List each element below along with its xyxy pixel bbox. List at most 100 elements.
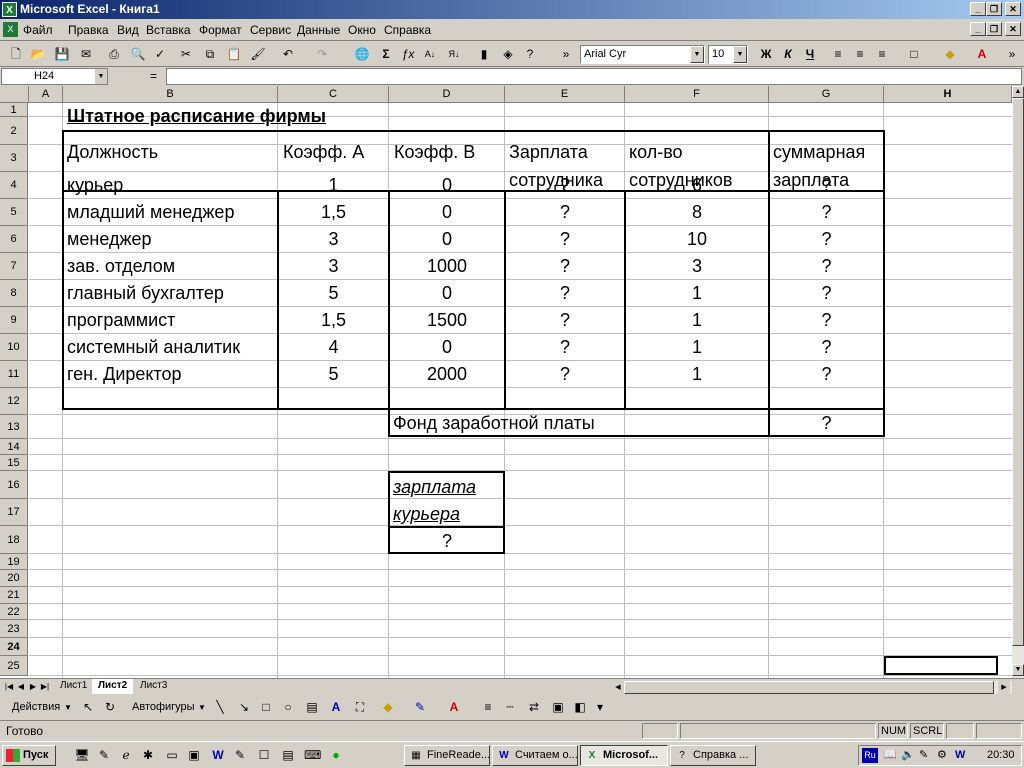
sort-ascending-icon[interactable]: A↓ (420, 45, 440, 64)
col-header-e[interactable]: E (505, 86, 625, 103)
format-painter-icon[interactable]: 🖌 (248, 45, 268, 64)
next-sheet-icon[interactable]: ▶ (28, 681, 38, 693)
col-header-c[interactable]: C (278, 86, 389, 103)
desktop-icon[interactable]: 🖥 (74, 747, 90, 763)
new-icon[interactable]: 🗋 (6, 45, 26, 64)
chevron-down-icon[interactable]: ▼ (690, 46, 704, 63)
menu-window[interactable]: Окно (348, 23, 376, 37)
toolbar-options-icon[interactable]: » (556, 45, 576, 64)
font-color-icon[interactable]: A (972, 45, 992, 64)
chevron-down-icon[interactable]: ▼ (95, 69, 107, 84)
row-header[interactable]: 18 (0, 526, 28, 554)
menu-file[interactable]: Файл (23, 23, 53, 37)
row-header[interactable]: 17 (0, 499, 28, 526)
quicklaunch-icon[interactable]: ✎ (96, 747, 112, 763)
col-header-h[interactable]: H (884, 86, 1012, 103)
print-preview-icon[interactable]: 🔍 (128, 45, 148, 64)
row-header[interactable]: 13 (0, 415, 28, 439)
quicklaunch-icon[interactable]: ✱ (140, 747, 156, 763)
row-header[interactable]: 24 (0, 638, 28, 656)
function-icon[interactable]: ƒx (398, 45, 418, 64)
scroll-thumb[interactable] (1012, 98, 1024, 646)
active-cell[interactable] (884, 656, 998, 675)
menu-help[interactable]: Справка (384, 23, 431, 37)
row-header[interactable]: 21 (0, 587, 28, 604)
vertical-scrollbar[interactable]: ▲ ▼ (1012, 86, 1024, 678)
minimize-button[interactable]: _ (970, 2, 986, 16)
tray-icon[interactable]: 📖 (883, 746, 897, 765)
menu-insert[interactable]: Вставка (146, 23, 191, 37)
language-indicator[interactable]: Ru (862, 748, 878, 763)
align-left-icon[interactable]: ≡ (828, 45, 848, 64)
tab-sheet2[interactable]: Лист2 (92, 679, 134, 694)
map-icon[interactable]: ◈ (498, 45, 518, 64)
row-header[interactable]: 9 (0, 307, 28, 334)
spelling-icon[interactable]: ✓ (150, 45, 170, 64)
task-help[interactable]: ? Справка ... (670, 745, 756, 766)
chevron-down-icon[interactable]: ▼ (733, 46, 747, 63)
italic-icon[interactable]: К (778, 45, 798, 64)
workbook-icon[interactable]: X (3, 22, 18, 37)
row-header[interactable]: 5 (0, 199, 28, 226)
arrow-icon[interactable]: ↘ (234, 698, 254, 717)
print-icon[interactable]: ⎙ (104, 45, 124, 64)
align-center-icon[interactable]: ≡ (850, 45, 870, 64)
line-icon[interactable]: ╲ (210, 698, 230, 717)
col-header-d[interactable]: D (389, 86, 505, 103)
menu-format[interactable]: Формат (199, 23, 242, 37)
formula-input[interactable] (166, 68, 1022, 85)
autosum-icon[interactable]: Σ (376, 45, 396, 64)
row-header[interactable]: 8 (0, 280, 28, 307)
font-color-icon[interactable]: A (444, 698, 464, 717)
restore-button[interactable]: ❐ (986, 2, 1002, 16)
open-icon[interactable]: 📂 (28, 45, 48, 64)
textbox-icon[interactable]: ▤ (302, 698, 322, 717)
menu-tools[interactable]: Сервис (250, 23, 291, 37)
chart-wizard-icon[interactable]: ▮ (474, 45, 494, 64)
save-icon[interactable]: 💾 (52, 45, 72, 64)
paste-icon[interactable]: 📋 (224, 45, 244, 64)
row-header[interactable]: 15 (0, 455, 28, 471)
row-header[interactable]: 2 (0, 117, 28, 145)
line-style-icon[interactable]: ≡ (478, 698, 498, 717)
ie-icon[interactable]: ℯ (118, 747, 134, 763)
doc-close-button[interactable]: ✕ (1005, 22, 1021, 36)
prev-sheet-icon[interactable]: ◀ (16, 681, 26, 693)
actions-menu[interactable]: Действия (12, 701, 60, 713)
chevron-down-icon[interactable]: ▼ (64, 703, 72, 712)
menu-data[interactable]: Данные (297, 23, 340, 37)
fill-color-icon[interactable]: ◆ (378, 698, 398, 717)
col-header-f[interactable]: F (625, 86, 769, 103)
toolbar-options-icon[interactable]: » (1002, 45, 1022, 64)
last-sheet-icon[interactable]: ▶| (40, 681, 50, 693)
horizontal-scrollbar[interactable]: ◀ ▶ (612, 681, 1012, 694)
quicklaunch-icon[interactable]: ● (328, 747, 344, 763)
row-header[interactable]: 1 (0, 103, 28, 117)
cut-icon[interactable]: ✂ (176, 45, 196, 64)
quicklaunch-icon[interactable]: ☐ (256, 747, 272, 763)
undo-icon[interactable]: ↶ (278, 45, 298, 64)
help-icon[interactable]: ? (520, 45, 540, 64)
tab-sheet1[interactable]: Лист1 (54, 679, 93, 694)
quicklaunch-icon[interactable]: ✎ (232, 747, 248, 763)
scroll-left-icon[interactable]: ◀ (612, 681, 624, 694)
quicklaunch-icon[interactable]: ⌨ (304, 747, 321, 763)
row-header[interactable]: 10 (0, 334, 28, 361)
first-sheet-icon[interactable]: |◀ (4, 681, 14, 693)
row-header[interactable]: 25 (0, 656, 28, 676)
row-header[interactable]: 19 (0, 554, 28, 570)
row-header[interactable]: 23 (0, 620, 28, 638)
sort-descending-icon[interactable]: Я↓ (444, 45, 464, 64)
scroll-right-icon[interactable]: ▶ (998, 681, 1010, 694)
row-header[interactable]: 14 (0, 439, 28, 455)
row-header[interactable]: 7 (0, 253, 28, 280)
tray-icon[interactable]: ⚙ (937, 746, 947, 765)
dash-style-icon[interactable]: ┄ (500, 698, 520, 717)
fill-color-icon[interactable]: ◆ (940, 45, 960, 64)
shadow-icon[interactable]: ▣ (548, 698, 568, 717)
menu-view[interactable]: Вид (117, 23, 139, 37)
line-color-icon[interactable]: ✎ (410, 698, 430, 717)
wordart-icon[interactable]: A (326, 698, 346, 717)
doc-restore-button[interactable]: ❐ (986, 22, 1002, 36)
task-finereader[interactable]: ▦ FineReade... (404, 745, 490, 766)
